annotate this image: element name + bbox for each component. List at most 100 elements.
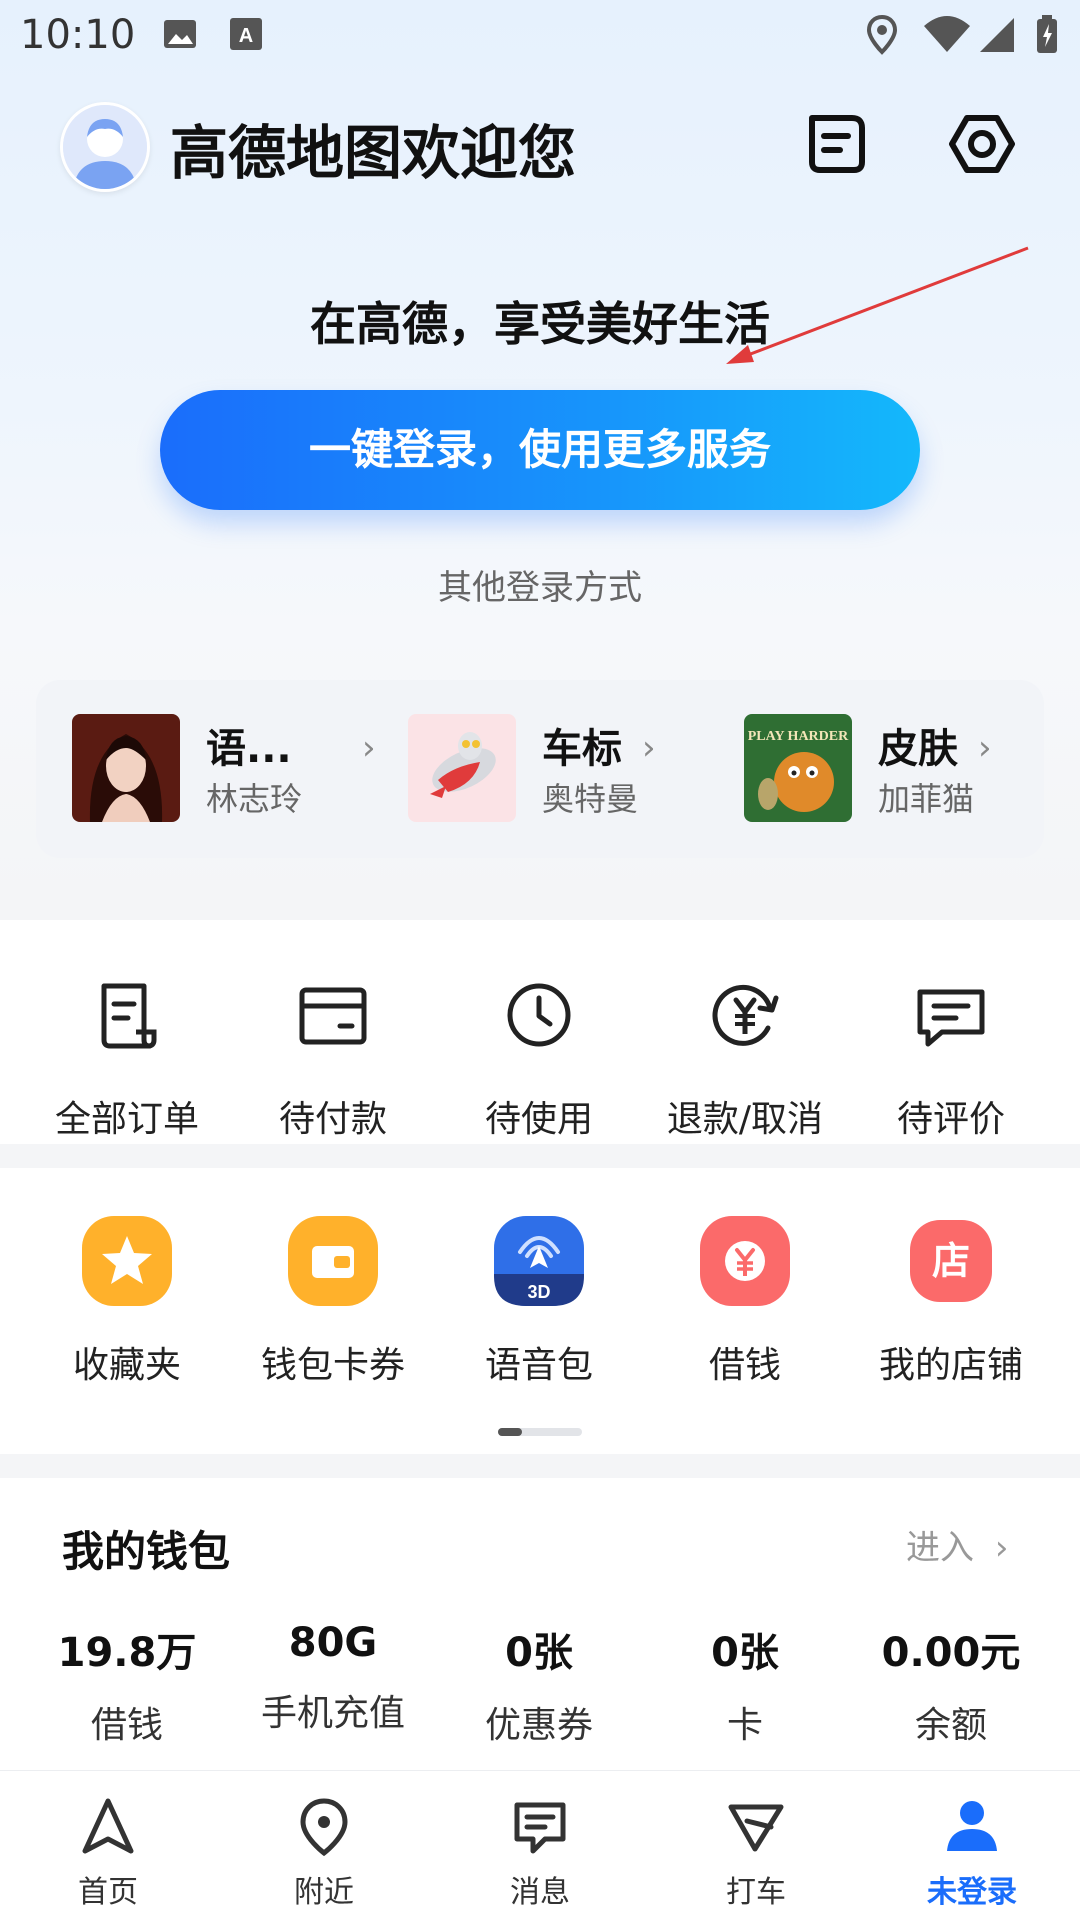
chevron-right-icon: › [978,728,992,768]
wallet-item-coupons[interactable]: 0张 优惠券 [434,1620,644,1748]
orders-label: 全部订单 [54,1099,199,1140]
wallet-item-balance[interactable]: 0.00元 余额 [846,1620,1056,1748]
header: 高德地图欢迎您 [0,90,1080,220]
tool-label: 借钱 [708,1345,781,1386]
promo-title: 语... [206,726,292,772]
wallet-label: 借钱 [90,1705,163,1746]
promo-card-strip: 语... 林志玲 › 车标 奥特曼 › PLAY HARDER 皮肤 加菲猫 › [36,680,1044,858]
wallet-label: 优惠券 [484,1705,593,1746]
wifi-icon [924,16,970,52]
promo-subtitle: 林志玲 [206,780,303,818]
shop-icon: 店 [910,1220,992,1302]
tool-item-borrow[interactable]: 借钱 [640,1216,850,1388]
slogan: 在高德，享受美好生活 [310,297,770,351]
tool-label: 语音包 [484,1345,593,1386]
svg-text:A: A [239,25,253,47]
promo-title: 皮肤 [878,726,958,772]
nav-label: 消息 [510,1875,570,1910]
wallet-value: 0.00元 [881,1630,1021,1676]
orders-item-pending-payment[interactable]: 待付款 [228,970,438,1142]
wallet-value: 19.8万 [57,1630,197,1676]
wallet-value: 80G [288,1620,378,1666]
tool-label: 我的店铺 [878,1345,1023,1386]
wallet-label: 手机充值 [260,1693,405,1734]
nav-tab-home[interactable]: 首页 [0,1795,216,1911]
orders-item-refund[interactable]: 退款/取消 [640,970,850,1142]
nav-tab-not-logged-in[interactable]: 未登录 [864,1795,1080,1911]
wallet-label: 卡 [726,1705,763,1746]
wallet-item-cards[interactable]: 0张 卡 [640,1620,850,1748]
user-icon [947,1801,997,1851]
nav-label: 首页 [78,1875,138,1910]
one-click-login-button[interactable]: 一键登录，使用更多服务 [160,390,920,510]
tool-label: 钱包卡券 [260,1345,405,1386]
avatar[interactable] [60,102,150,192]
promo-subtitle: 加菲猫 [878,780,975,818]
tool-item-voice-pack[interactable]: 3D 语音包 [434,1216,644,1388]
orders-label: 退款/取消 [666,1099,824,1140]
voice-3d-icon: 3D [494,1216,584,1306]
message-icon [514,1802,566,1854]
wallet-label: 余额 [914,1705,987,1746]
wallet-item-borrow[interactable]: 19.8万 借钱 [22,1620,232,1748]
page-indicator [498,1428,582,1436]
nav-label: 附近 [294,1875,354,1910]
nav-tab-nearby[interactable]: 附近 [216,1795,432,1911]
status-bar: 10:10 A [0,0,1080,72]
orders-label: 待付款 [278,1099,387,1140]
promo-title: 车标 [542,726,622,772]
text-notification-icon: A [230,18,262,50]
nav-label: 打车 [726,1875,786,1910]
status-time: 10:10 [20,12,136,58]
wallet-icon [288,1216,378,1306]
nav-tab-taxi[interactable]: 打车 [648,1795,864,1911]
tool-label: 收藏夹 [72,1345,181,1386]
page-indicator-active [498,1428,522,1436]
tool-item-my-shop[interactable]: 店 我的店铺 [846,1216,1056,1388]
taxi-icon [728,1804,784,1852]
default-avatar-icon [63,105,147,189]
settings-icon[interactable] [946,108,1018,180]
location-status-icon [866,14,898,55]
chevron-right-icon: › [362,728,376,768]
comment-icon [917,989,985,1047]
wallet-item-phone-topup[interactable]: 80G 手机充值 [228,1620,438,1736]
orders-label: 待评价 [896,1099,1005,1140]
promo-subtitle: 奥特曼 [542,780,639,818]
skin-thumb-text: PLAY HARDER [748,729,849,744]
voice-pack-thumbnail [72,714,180,822]
clock-icon [507,983,571,1047]
tool-item-favorites[interactable]: 收藏夹 [22,1216,232,1388]
star-icon [82,1216,172,1306]
orders-item-to-use[interactable]: 待使用 [434,970,644,1142]
promo-item-voice[interactable]: 语... 林志玲 › [72,714,402,824]
order-note-icon[interactable] [802,108,874,180]
location-pin-icon [300,1798,348,1857]
promo-item-skin[interactable]: PLAY HARDER 皮肤 加菲猫 › [744,714,1074,824]
tool-item-wallet-coupons[interactable]: 钱包卡券 [228,1216,438,1388]
nav-tab-messages[interactable]: 消息 [432,1795,648,1911]
tools-section: 收藏夹 钱包卡券 3D 语音包 借钱 店 我的店铺 [0,1168,1080,1454]
wallet-enter-link[interactable]: 进入 › [906,1520,1008,1569]
yuan-icon [700,1216,790,1306]
wallet-card-icon [299,987,367,1045]
orders-item-all[interactable]: 全部订单 [22,970,232,1142]
other-login-methods-link[interactable]: 其他登录方式 [0,560,1080,609]
skin-thumbnail: PLAY HARDER [744,714,852,822]
wallet-title: 我的钱包 [62,1527,231,1576]
chevron-right-icon: › [642,728,656,768]
promo-item-car-logo[interactable]: 车标 奥特曼 › [408,714,738,824]
shop-glyph: 店 [932,1239,970,1283]
wallet-value: 0张 [711,1630,779,1676]
wallet-value: 0张 [505,1630,573,1676]
orders-item-to-review[interactable]: 待评价 [846,970,1056,1142]
cellular-signal-icon [980,18,1014,52]
car-logo-thumbnail [408,714,516,822]
orders-label: 待使用 [484,1099,593,1140]
orders-section: 全部订单 待付款 待使用 退款/取消 待评价 [0,920,1080,1144]
welcome-title: 高德地图欢迎您 [170,119,577,187]
navigation-arrow-icon [82,1798,134,1854]
refund-icon [712,984,779,1046]
voice-3d-badge: 3D [527,1282,550,1302]
wallet-enter-label: 进入 [906,1528,974,1568]
